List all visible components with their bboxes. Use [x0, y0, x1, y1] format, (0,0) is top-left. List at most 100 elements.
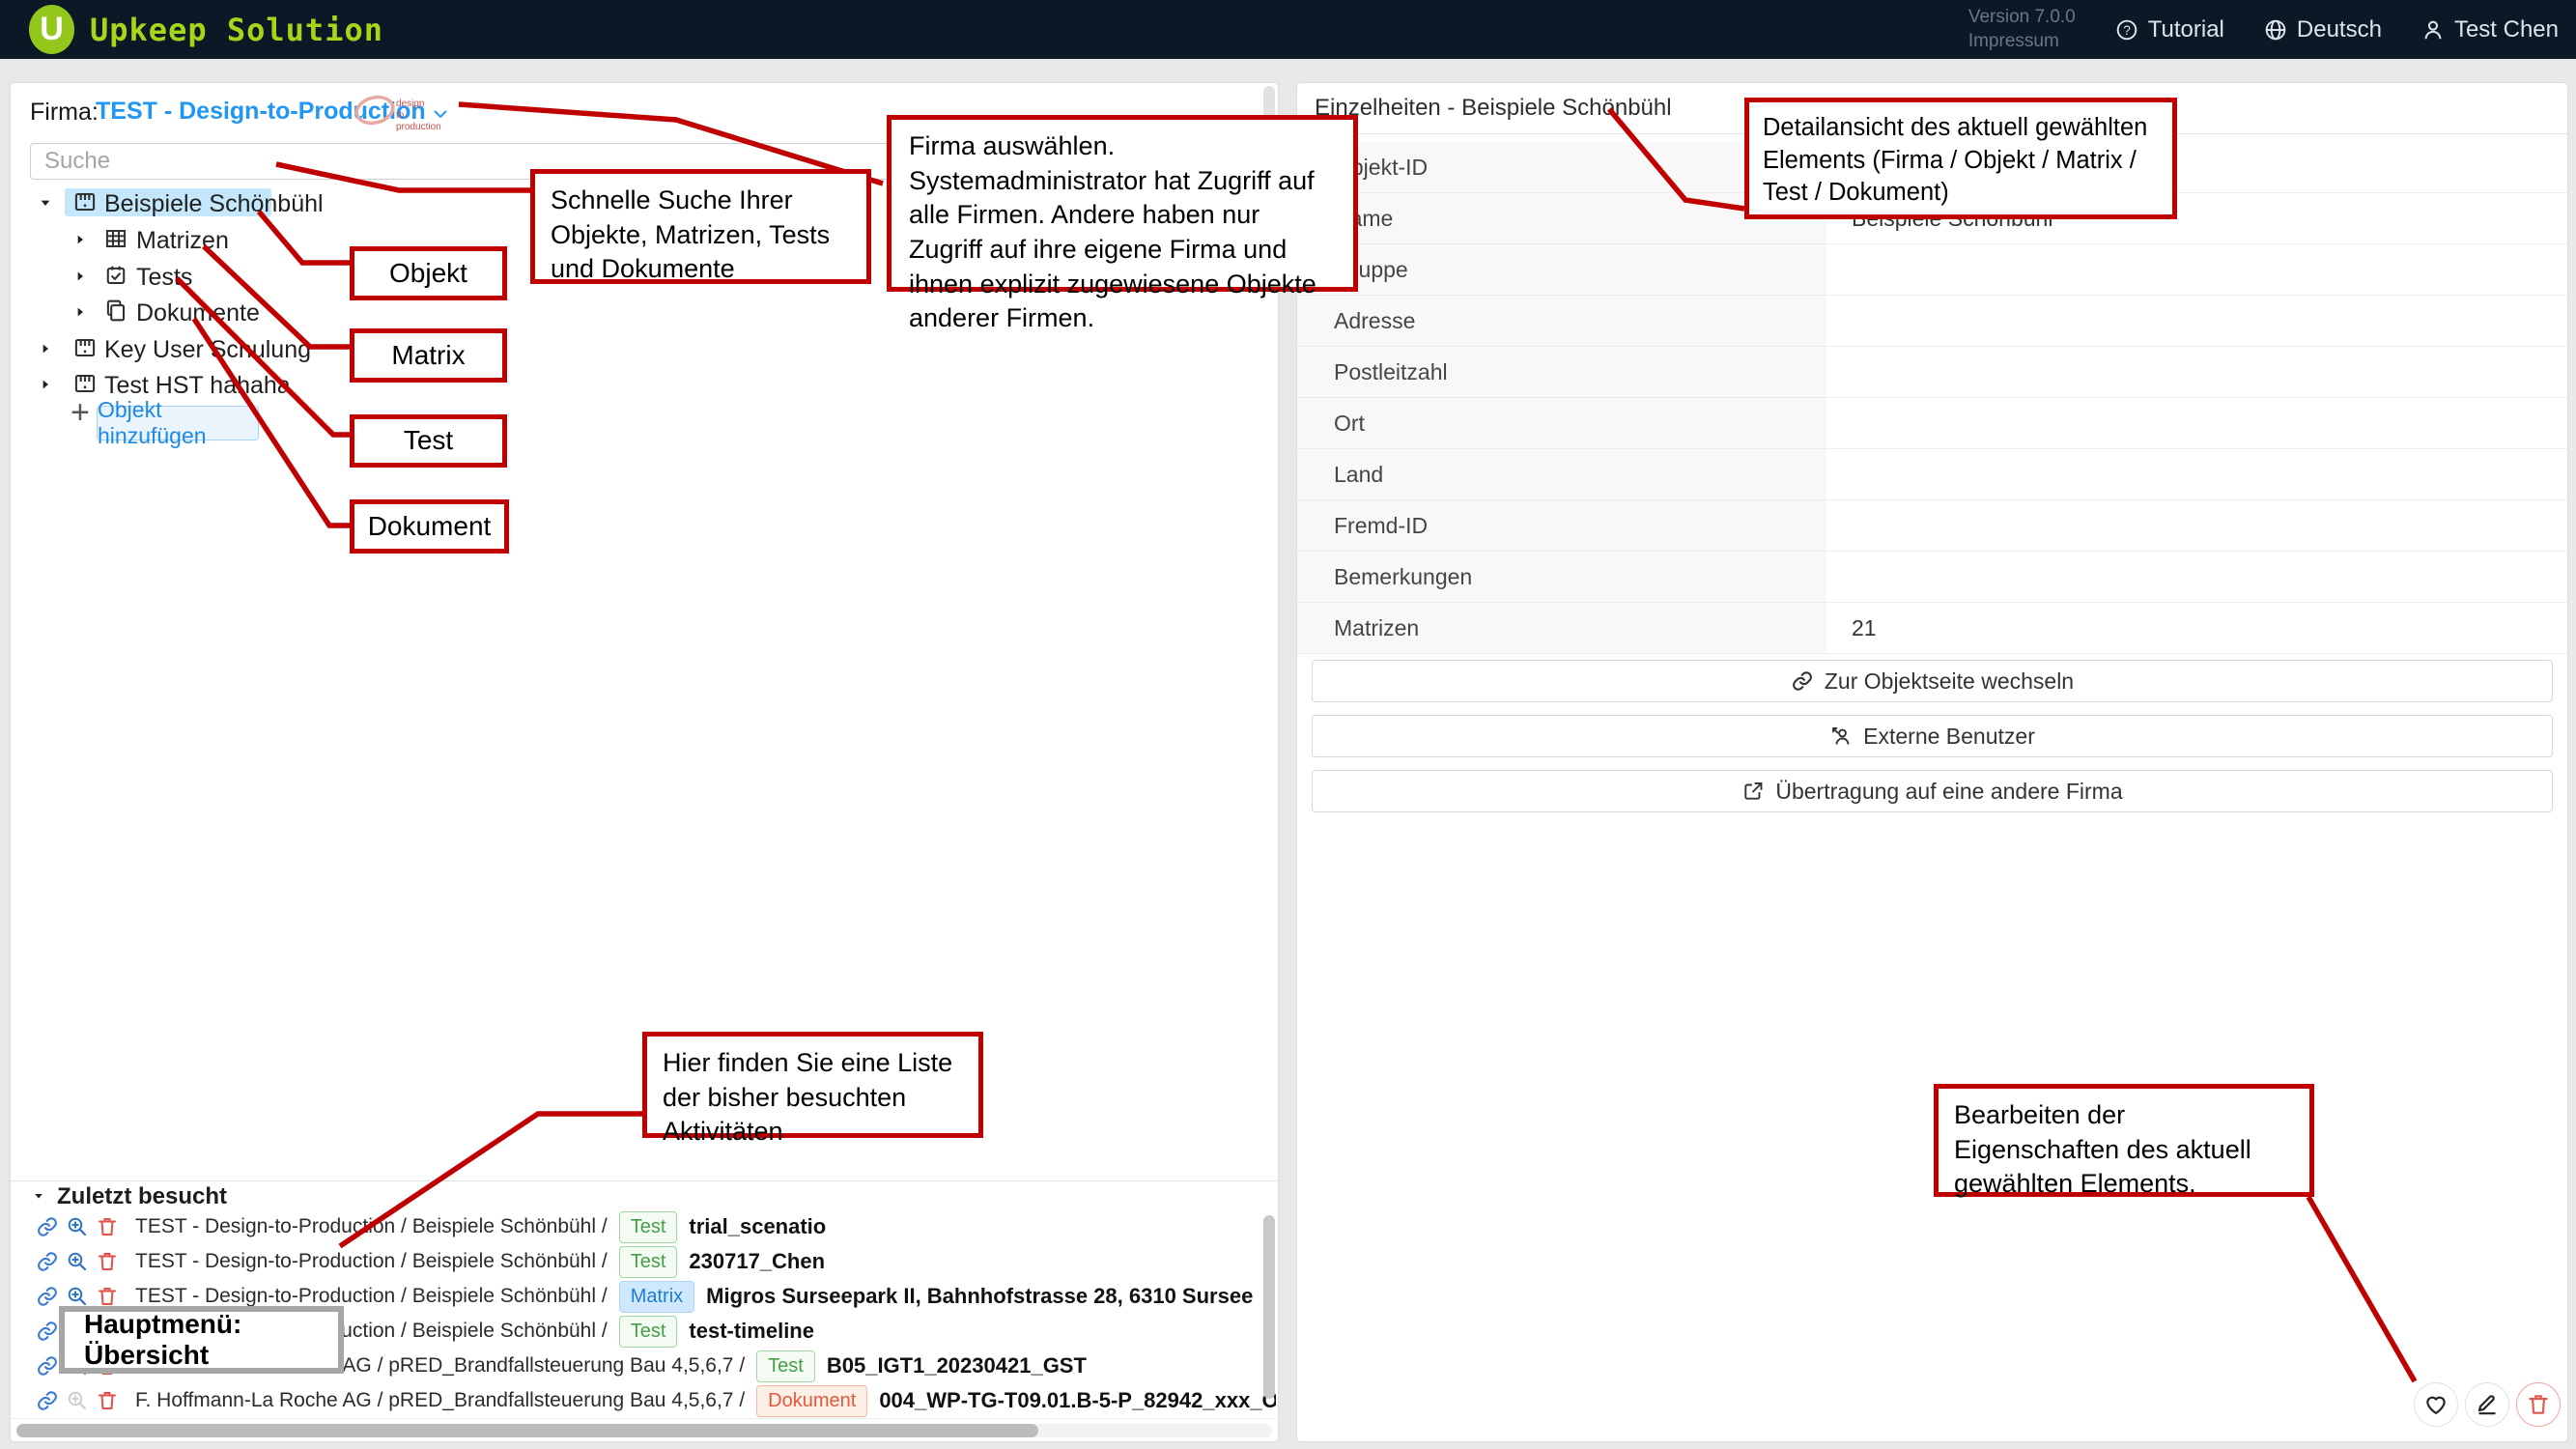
annotation-objekt: Objekt: [350, 246, 507, 300]
zoom-in-icon[interactable]: [66, 1285, 89, 1308]
collapse-caret-icon[interactable]: [32, 1189, 45, 1203]
annotation-test: Test: [350, 414, 507, 468]
field-value: [1826, 244, 2567, 295]
tree-item-dokumente[interactable]: Dokumente: [136, 299, 260, 327]
annotation-recent-list: Hier finden Sie eine Liste der bisher be…: [642, 1032, 983, 1138]
header-actions: Version 7.0.0 Impressum Tutorial Deutsch…: [1968, 0, 2559, 59]
link-icon: [1791, 669, 1814, 693]
list-item[interactable]: TEST - Design-to-Production / Beispiele …: [11, 1244, 1276, 1280]
edit-button[interactable]: [2465, 1382, 2509, 1427]
tree-item-tests[interactable]: Tests: [136, 264, 192, 292]
matrix-icon: [103, 226, 128, 251]
tree-expand-caret[interactable]: [38, 341, 53, 356]
transfer-company-button[interactable]: Übertragung auf eine andere Firma: [1312, 770, 2553, 812]
zoom-in-icon[interactable]: [66, 1215, 89, 1238]
favorite-button[interactable]: [2414, 1382, 2458, 1427]
field-label: Matrizen: [1297, 603, 1826, 653]
object-icon: [72, 335, 98, 360]
link-icon[interactable]: [36, 1354, 59, 1378]
link-icon[interactable]: [36, 1320, 59, 1343]
transfer-icon: [1741, 780, 1765, 803]
field-label: Fremd-ID: [1297, 500, 1826, 551]
type-badge: Test: [756, 1350, 815, 1382]
recent-name[interactable]: B05_IGT1_20230421_GST: [827, 1353, 1087, 1378]
link-icon[interactable]: [36, 1215, 59, 1238]
language-label: Deutsch: [2297, 16, 2382, 43]
link-icon[interactable]: [36, 1285, 59, 1308]
tree-item-company[interactable]: Test HST hahaha: [104, 372, 291, 400]
type-badge: Dokument: [756, 1385, 867, 1417]
trash-icon: [2526, 1392, 2551, 1417]
divider: [11, 1180, 1278, 1181]
field-label: Land: [1297, 449, 1826, 499]
recent-name[interactable]: 004_WP-TG-T09.01.B-5-P_82942_xxx_OG_04_B…: [879, 1388, 1276, 1413]
trash-icon[interactable]: [96, 1285, 119, 1308]
zoom-in-icon[interactable]: [66, 1250, 89, 1273]
recent-name[interactable]: test-timeline: [689, 1319, 814, 1344]
person-icon: [2420, 17, 2446, 43]
tree-item-company[interactable]: Key User Schulung: [104, 336, 311, 364]
recent-name[interactable]: trial_scenatio: [689, 1214, 826, 1239]
recent-section-title[interactable]: Zuletzt besucht: [57, 1183, 227, 1210]
detail-panel: Einzelheiten - Beispiele Schönbühl Objek…: [1296, 82, 2568, 1442]
tree-item-matrizen[interactable]: Matrizen: [136, 227, 229, 255]
goto-object-page-button[interactable]: Zur Objektseite wechseln: [1312, 660, 2553, 702]
field-row: Matrizen 21: [1297, 603, 2567, 654]
logo-letter: U: [40, 11, 64, 48]
tree-item-object-selected[interactable]: Beispiele Schönbühl: [104, 190, 324, 218]
list-item[interactable]: F. Hoffmann-La Roche AG / pRED_Brandfall…: [11, 1383, 1276, 1419]
pencil-icon: [2475, 1392, 2500, 1417]
tutorial-button[interactable]: Tutorial: [2114, 16, 2224, 43]
trash-icon[interactable]: [96, 1215, 119, 1238]
globe-icon: [2263, 17, 2288, 43]
add-plus-icon: +: [71, 394, 90, 432]
impressum-link[interactable]: Impressum: [1968, 30, 2076, 54]
field-value: [1826, 347, 2567, 397]
type-badge: Test: [619, 1211, 678, 1243]
field-label: Adresse: [1297, 296, 1826, 346]
add-object-button[interactable]: Objekt hinzufügen: [97, 406, 259, 440]
annotation-firma-select: Firma auswählen. Systemadministrator hat…: [887, 115, 1358, 292]
link-icon[interactable]: [36, 1389, 59, 1412]
field-row: Bemerkungen: [1297, 552, 2567, 603]
vertical-scrollbar-thumb[interactable]: [1263, 1215, 1275, 1399]
button-label: Übertragung auf eine andere Firma: [1775, 779, 2122, 805]
field-label: Postleitzahl: [1297, 347, 1826, 397]
app-title: Upkeep Solution: [90, 0, 383, 59]
external-users-button[interactable]: Externe Benutzer: [1312, 715, 2553, 757]
tree-expand-caret[interactable]: [38, 377, 53, 392]
field-value: [1826, 296, 2567, 346]
trash-icon[interactable]: [96, 1389, 119, 1412]
annotation-dokument: Dokument: [350, 499, 509, 554]
version-block: Version 7.0.0 Impressum: [1968, 6, 2076, 53]
language-selector[interactable]: Deutsch: [2263, 16, 2382, 43]
recent-path: F. Hoffmann-La Roche AG / pRED_Brandfall…: [135, 1389, 745, 1412]
annotation-detail-view: Detailansicht des aktuell gewählten Elem…: [1744, 98, 2177, 219]
version-text: Version 7.0.0: [1968, 6, 2076, 30]
recent-name[interactable]: Migros Surseepark II, Bahnhofstrasse 28,…: [706, 1284, 1253, 1309]
tree-expand-caret[interactable]: [72, 232, 88, 247]
field-row: Land: [1297, 449, 2567, 500]
tree-expand-caret[interactable]: [72, 269, 88, 284]
recent-path: TEST - Design-to-Production / Beispiele …: [135, 1250, 608, 1273]
trash-icon[interactable]: [96, 1250, 119, 1273]
horizontal-scrollbar-thumb[interactable]: [16, 1424, 1038, 1437]
tree-expand-caret[interactable]: [38, 195, 53, 211]
question-icon: [2114, 17, 2139, 43]
tutorial-label: Tutorial: [2148, 16, 2224, 43]
user-menu[interactable]: Test Chen: [2420, 16, 2559, 43]
type-badge: Test: [619, 1316, 678, 1348]
delete-button[interactable]: [2516, 1382, 2561, 1427]
field-row: Adresse: [1297, 296, 2567, 347]
field-row: Ort: [1297, 398, 2567, 449]
svg-text:to: to: [396, 110, 405, 121]
recent-name[interactable]: 230717_Chen: [689, 1249, 825, 1274]
link-icon[interactable]: [36, 1250, 59, 1273]
list-item[interactable]: TEST - Design-to-Production / Beispiele …: [11, 1209, 1276, 1245]
type-badge: Test: [619, 1246, 678, 1278]
tree-expand-caret[interactable]: [72, 304, 88, 320]
button-label: Zur Objektseite wechseln: [1825, 668, 2074, 695]
chevron-down-icon[interactable]: [428, 104, 453, 124]
annotation-main-menu: Hauptmenü: Übersicht: [59, 1306, 344, 1374]
test-icon: [103, 263, 128, 288]
